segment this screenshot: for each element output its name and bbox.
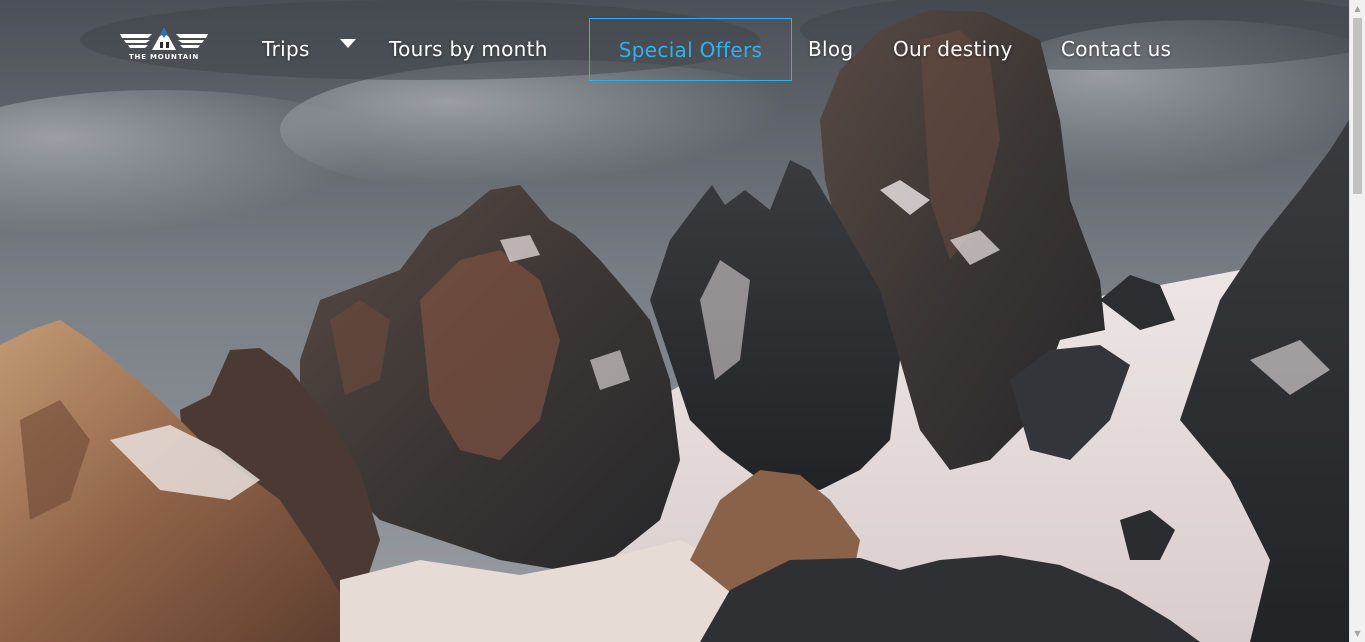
logo-text: THE MOUNTAIN xyxy=(128,53,200,61)
nav-item-blog[interactable]: Blog xyxy=(808,18,853,81)
top-navbar: THE MOUNTAIN Trips Tours by month Specia… xyxy=(0,0,1349,100)
chevron-down-icon[interactable] xyxy=(340,39,356,48)
scroll-up-arrow-icon[interactable]: ▲ xyxy=(1350,0,1365,17)
vertical-scrollbar[interactable]: ▲ ▼ xyxy=(1349,0,1365,642)
site-logo[interactable]: THE MOUNTAIN xyxy=(118,24,210,64)
scroll-down-arrow-icon[interactable]: ▼ xyxy=(1350,625,1365,642)
scrollbar-thumb[interactable] xyxy=(1353,18,1362,194)
nav-item-special-offers[interactable]: Special Offers xyxy=(589,18,792,81)
nav-item-contact-us[interactable]: Contact us xyxy=(1061,18,1171,81)
mountain-wings-logo-icon xyxy=(120,28,208,50)
nav-item-our-destiny[interactable]: Our destiny xyxy=(893,18,1013,81)
nav-item-tours-by-month[interactable]: Tours by month xyxy=(389,18,548,81)
nav-item-trips[interactable]: Trips xyxy=(262,18,310,81)
page: THE MOUNTAIN Trips Tours by month Specia… xyxy=(0,0,1365,642)
